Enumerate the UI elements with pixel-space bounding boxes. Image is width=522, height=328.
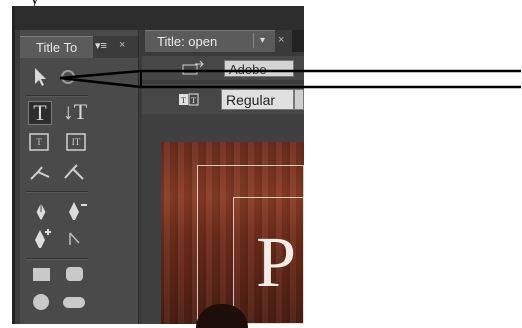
annotation-arrows <box>59 69 521 89</box>
annotation-arrow-icon <box>59 69 521 89</box>
